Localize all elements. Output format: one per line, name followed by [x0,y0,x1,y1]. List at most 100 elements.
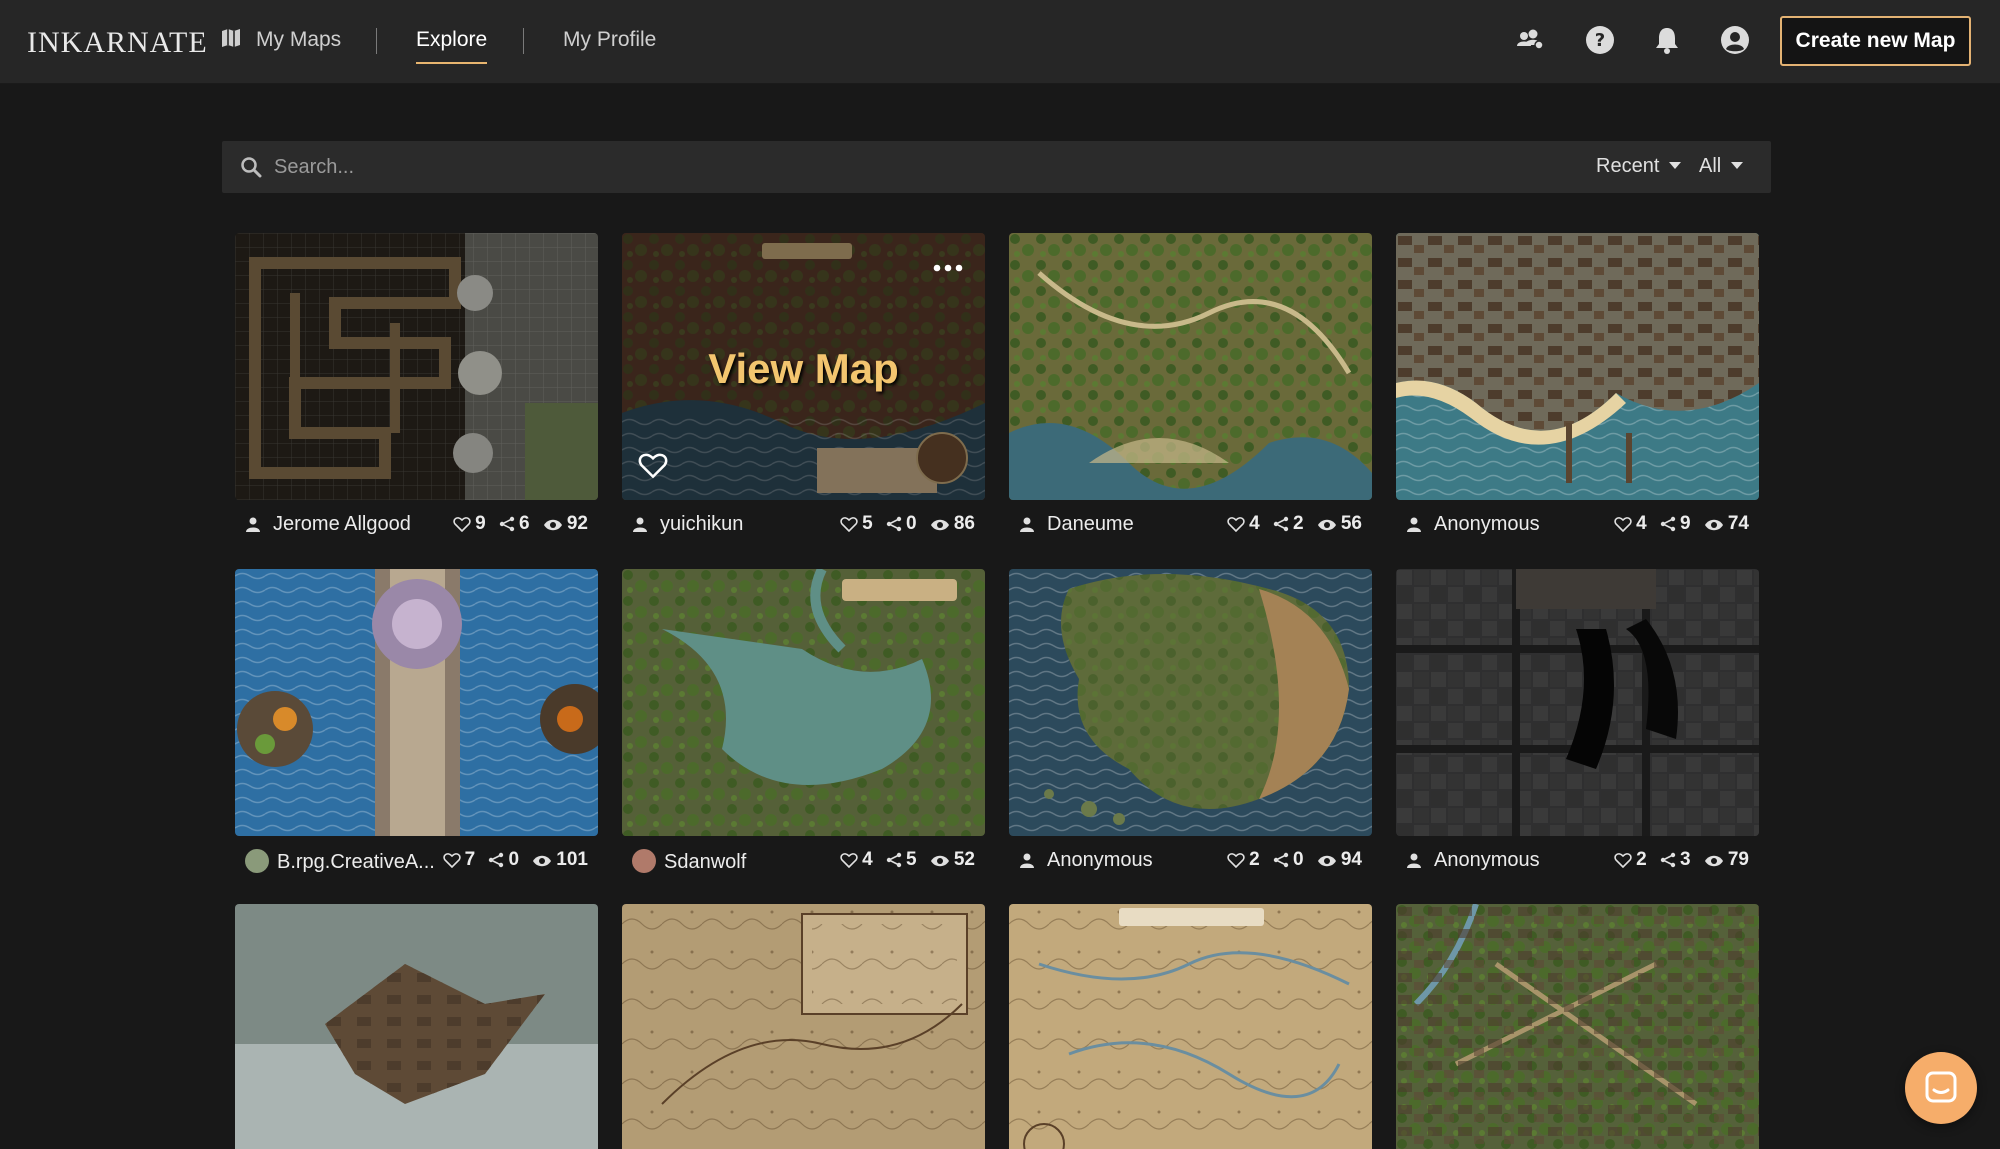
map-stats: 7 0 101 [435,849,588,871]
map-author[interactable]: B.rpg.CreativeA... [245,849,435,874]
likes-stat[interactable]: 2 [1614,849,1647,870]
map-thumbnail[interactable] [1009,569,1372,836]
chat-launcher-button[interactable] [1905,1052,1977,1124]
author-name: Sdanwolf [664,851,747,873]
map-author[interactable]: Jerome Allgood [245,513,411,538]
map-card [235,904,598,1149]
eye-icon [930,855,949,867]
map-thumbnail[interactable] [235,233,598,500]
likes-stat[interactable]: 5 [840,513,873,534]
account-icon[interactable] [1719,24,1751,56]
view-map-link[interactable]: View Map [622,345,985,393]
likes-count: 7 [464,849,476,870]
views-count: 101 [556,849,588,870]
share-icon [886,852,902,868]
chat-icon [1925,1071,1957,1103]
map-stats: 4 2 56 [1219,513,1362,535]
community-icon[interactable] [1514,24,1546,56]
map-card: Jerome Allgood 9 6 92 [235,233,598,535]
heart-icon [442,853,461,868]
nav-my-maps[interactable]: My Maps [220,26,341,58]
sort-dropdown-value: Recent [1596,155,1660,177]
map-thumbnail[interactable] [1009,233,1372,500]
map-card: Anonymous 4 9 74 [1396,233,1759,535]
share-icon [1273,516,1289,532]
nav-my-maps-label: My Maps [256,28,342,51]
map-thumbnail[interactable] [622,569,985,836]
views-stat: 56 [1317,513,1362,534]
eye-icon [543,519,562,531]
filter-dropdown[interactable]: All [1699,155,1744,178]
likes-stat[interactable]: 4 [1227,513,1260,534]
user-icon [1019,515,1035,538]
shares-stat[interactable]: 6 [499,513,530,534]
heart-icon [1614,853,1632,868]
views-stat: 92 [543,513,588,534]
shares-stat[interactable]: 5 [886,849,917,870]
map-card: Anonymous 2 0 94 [1009,569,1372,871]
map-author[interactable]: Anonymous [1406,513,1540,538]
shares-stat[interactable]: 3 [1660,849,1691,870]
favorite-heart-icon[interactable] [638,451,668,484]
shares-stat[interactable]: 0 [1273,849,1304,870]
map-stats: 5 0 86 [832,513,975,535]
nav-my-profile[interactable]: My Profile [563,26,656,58]
map-stats: 4 9 74 [1606,513,1749,535]
map-thumbnail[interactable] [622,904,985,1149]
heart-icon [453,517,471,532]
search-input[interactable] [274,150,1274,184]
help-icon[interactable]: ? [1584,24,1616,56]
heart-icon [1614,517,1632,532]
map-thumbnail[interactable]: View Map [622,233,985,500]
map-thumbnail[interactable] [1009,904,1372,1149]
nav-explore[interactable]: Explore [416,26,488,64]
views-stat: 101 [532,849,588,870]
search-icon [240,156,262,183]
shares-stat[interactable]: 0 [488,849,519,870]
heart-icon [840,517,858,532]
map-author[interactable]: Daneume [1019,513,1134,538]
map-thumbnail[interactable] [1396,233,1759,500]
map-author[interactable]: Sdanwolf [632,849,746,874]
bell-icon[interactable] [1651,24,1683,56]
heart-icon [1227,517,1245,532]
views-count: 74 [1727,513,1749,534]
likes-stat[interactable]: 2 [1227,849,1260,870]
map-thumbnail[interactable] [235,569,598,836]
likes-stat[interactable]: 7 [442,849,476,870]
likes-stat[interactable]: 4 [1614,513,1647,534]
eye-icon [1317,519,1336,531]
map-icon [220,27,242,57]
author-name: yuichikun [660,513,744,535]
shares-stat[interactable]: 2 [1273,513,1304,534]
share-icon [1660,516,1676,532]
map-author[interactable]: yuichikun [632,513,743,538]
shares-stat[interactable]: 9 [1660,513,1691,534]
map-thumbnail[interactable] [1396,569,1759,836]
views-stat: 86 [930,513,975,534]
map-thumbnail[interactable] [1396,904,1759,1149]
sort-dropdown[interactable]: Recent [1596,155,1682,178]
nav-divider [376,28,377,54]
likes-stat[interactable]: 4 [840,849,873,870]
map-author[interactable]: Anonymous [1406,849,1540,874]
author-name: Anonymous [1434,849,1540,871]
more-icon[interactable] [933,259,963,277]
avatar [632,849,656,873]
views-stat: 94 [1317,849,1362,870]
shares-stat[interactable]: 0 [886,513,917,534]
map-thumbnail[interactable] [235,904,598,1149]
map-card: B.rpg.CreativeA... 7 0 101 [235,569,598,873]
inkarnate-logo[interactable]: INKARNATE [27,26,208,60]
shares-count: 0 [906,513,917,534]
map-author[interactable]: Anonymous [1019,849,1153,874]
map-card-meta: Daneume 4 2 56 [1009,511,1372,541]
heart-icon [1227,853,1245,868]
user-icon [245,515,261,538]
create-new-map-button[interactable]: Create new Map [1780,16,1971,66]
likes-stat[interactable]: 9 [453,513,486,534]
map-card-meta: Anonymous 2 3 79 [1396,847,1759,877]
shares-count: 0 [1293,849,1304,870]
views-stat: 79 [1704,849,1749,870]
author-name: Daneume [1047,513,1134,535]
